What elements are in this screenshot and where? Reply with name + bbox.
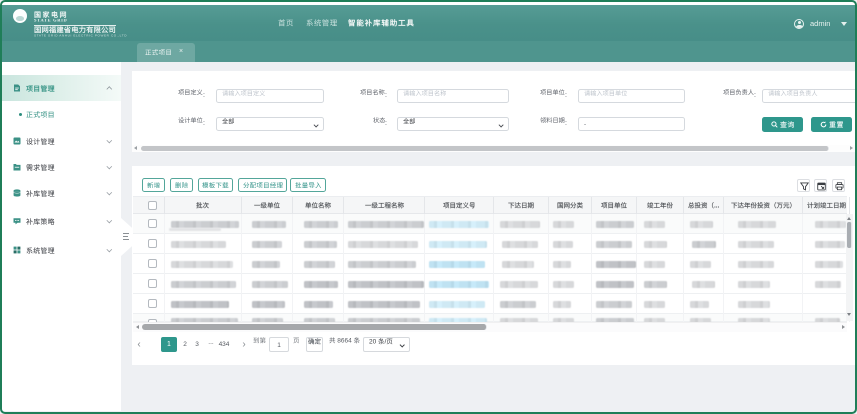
svg-text:8664: 8664	[337, 338, 352, 344]
svg-text:/: /	[385, 339, 387, 345]
svg-text:20: 20	[369, 339, 377, 345]
svg-text:...: ...	[714, 203, 719, 209]
